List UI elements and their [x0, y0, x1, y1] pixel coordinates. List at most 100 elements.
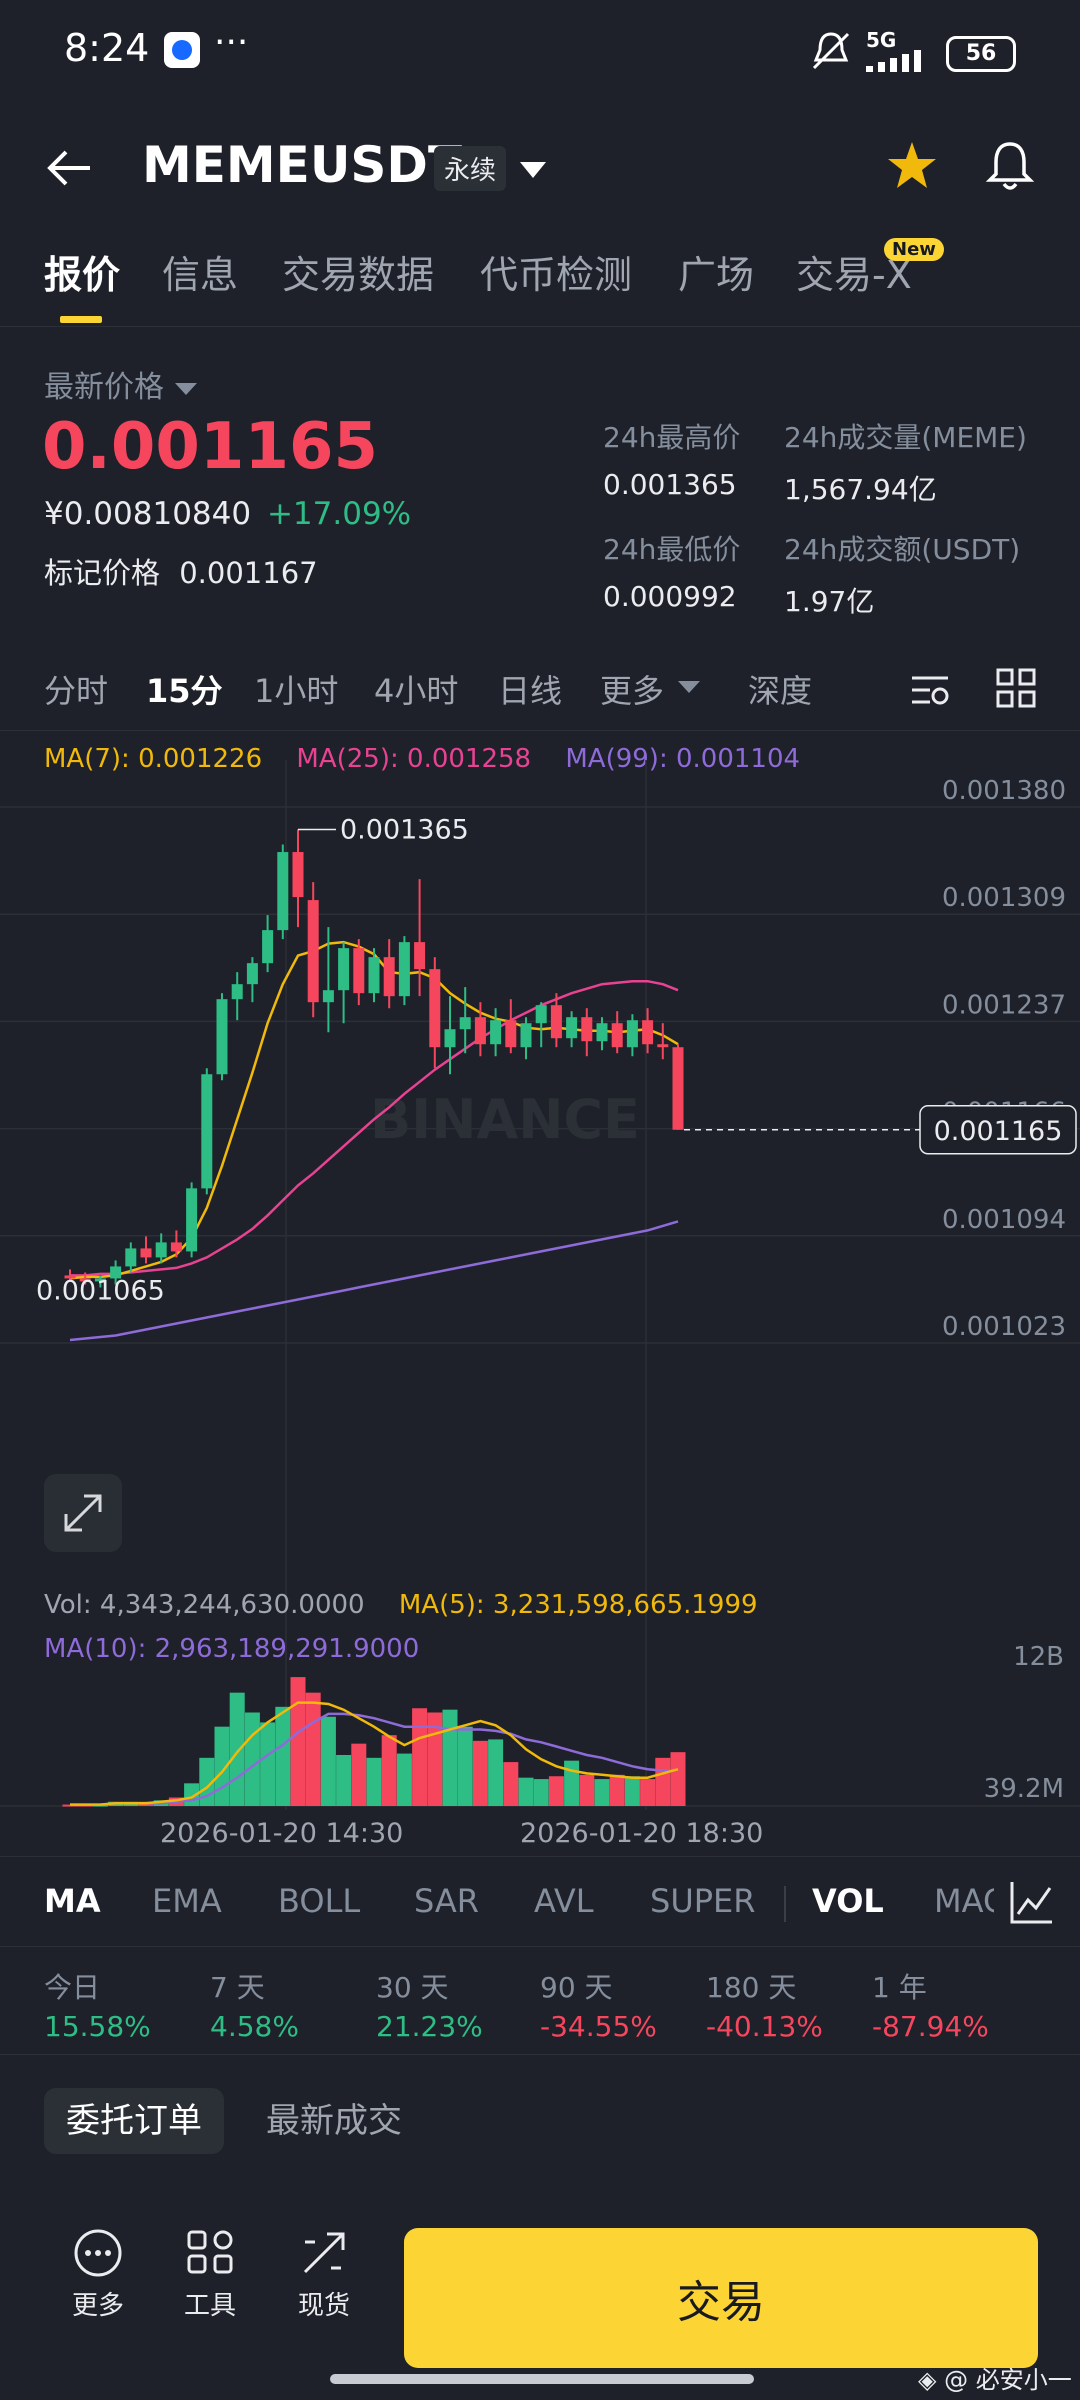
volume-bar	[351, 1743, 367, 1806]
spot-button[interactable]: 现货	[274, 2228, 374, 2322]
tab-quote[interactable]: 报价	[44, 244, 120, 299]
candle-body	[474, 1017, 486, 1045]
volume-bar	[609, 1774, 625, 1806]
symbol-title[interactable]: MEMEUSDT	[142, 136, 462, 194]
volume-bar	[275, 1706, 291, 1806]
mute-icon	[812, 32, 850, 70]
timeframe-4h[interactable]: 4小时	[374, 666, 458, 712]
tab-token-check[interactable]: 代币检测	[480, 244, 632, 299]
indicator-boll[interactable]: BOLL	[278, 1882, 360, 1920]
volume-bar	[579, 1774, 595, 1806]
credit-text: @ 必安小一	[944, 2366, 1072, 2394]
candle-body	[611, 1023, 623, 1048]
volume-bar	[488, 1739, 504, 1806]
stat-high: 24h最高价 0.001365	[603, 416, 740, 501]
candle-body	[262, 930, 274, 964]
new-badge: New	[884, 238, 944, 261]
indicator-vol[interactable]: VOL	[812, 1882, 884, 1920]
vol-ma5-label: MA(5): 3,231,598,665.1999	[398, 1590, 758, 1620]
timeframe-line[interactable]: 分时	[44, 666, 108, 712]
caret-down-icon[interactable]	[678, 680, 700, 694]
candlestick-chart[interactable]: 0.0013800.0013090.0012370.0011660.001094…	[0, 730, 1080, 1850]
indicator-ema[interactable]: EMA	[152, 1882, 222, 1920]
candle-body	[550, 1005, 562, 1039]
expand-chart-button[interactable]	[44, 1474, 122, 1552]
caret-down-icon[interactable]	[175, 381, 198, 397]
perf-today: 今日 15.58%	[44, 1966, 151, 2043]
price-block: 最新价格	[44, 362, 198, 406]
volume-bar	[457, 1726, 473, 1806]
home-indicator[interactable]	[330, 2374, 754, 2384]
cny-price: ¥0.00810840	[44, 496, 252, 532]
volume-bar	[472, 1740, 488, 1806]
volume-bar	[624, 1776, 640, 1806]
tab-square[interactable]: 广场	[678, 244, 754, 299]
bell-icon[interactable]	[984, 138, 1036, 194]
stat-volume-value: 1,567.94亿	[784, 473, 937, 506]
candle-body	[672, 1047, 684, 1130]
timeframe-15m[interactable]: 15分	[146, 666, 223, 712]
candle-body	[444, 1029, 456, 1048]
tools-button[interactable]: 工具	[160, 2228, 260, 2322]
chart-line-icon	[1010, 1882, 1052, 1924]
volume-bar	[655, 1757, 671, 1806]
candle-body	[186, 1188, 198, 1252]
indicator-avl[interactable]: AVL	[534, 1882, 594, 1920]
layout-grid-icon[interactable]	[996, 668, 1036, 708]
candle-body	[338, 948, 350, 991]
tab-recent-trades[interactable]: 最新成交	[266, 2088, 402, 2154]
candle-body	[657, 1044, 669, 1048]
stat-low: 24h最低价 0.000992	[603, 528, 740, 613]
header: MEMEUSDT 永续	[0, 120, 1080, 220]
arrow-left-icon[interactable]	[46, 144, 94, 192]
perf-value: 15.58%	[44, 2010, 151, 2043]
last-price-label[interactable]: 最新价格	[44, 370, 164, 405]
divider	[0, 1856, 1080, 1857]
tab-open-orders[interactable]: 委托订单	[44, 2088, 224, 2154]
timeframe-depth[interactable]: 深度	[748, 666, 812, 712]
active-tab-indicator	[60, 316, 102, 323]
perf-value: -34.55%	[540, 2010, 657, 2043]
timeframe-daily[interactable]: 日线	[498, 666, 562, 712]
battery-level: 56	[965, 41, 997, 66]
perf-label: 180 天	[706, 1971, 797, 2004]
battery-icon: 56	[946, 36, 1016, 72]
price-row: ¥0.00810840 +17.09%	[44, 496, 411, 532]
chart-settings-icon[interactable]	[908, 668, 952, 712]
more-label: 更多	[71, 2291, 124, 2321]
volume-bar	[320, 1716, 336, 1806]
indicator-sar[interactable]: SAR	[414, 1882, 479, 1920]
trade-button[interactable]: 交易	[404, 2228, 1038, 2368]
indicator-ma[interactable]: MA	[44, 1882, 101, 1920]
candle-body	[277, 852, 289, 931]
indicator-settings-button[interactable]	[994, 1870, 1080, 1934]
stat-amount-label: 24h成交额(USDT)	[784, 533, 1021, 566]
price-axis-label: 0.001023	[942, 1312, 1066, 1342]
stat-low-value: 0.000992	[603, 580, 737, 613]
candle-body	[322, 990, 334, 1003]
time-axis-label: 2026-01-20 14:30	[160, 1818, 404, 1849]
current-price-tag-text: 0.001165	[934, 1116, 1063, 1147]
caret-down-icon[interactable]	[520, 160, 546, 180]
signal-icon	[866, 50, 921, 72]
candle-body	[368, 957, 380, 994]
status-more-icon: ···	[214, 22, 249, 63]
more-button[interactable]: 更多	[48, 2228, 148, 2322]
main-tabs: 报价 信息 交易数据 代币检测 广场 交易-X New	[0, 230, 1080, 327]
vol-axis-bottom: 39.2M	[983, 1774, 1064, 1804]
timeframe-more[interactable]: 更多	[600, 666, 664, 712]
volume-bar	[336, 1755, 352, 1806]
perf-180d: 180 天 -40.13%	[706, 1966, 823, 2043]
time-axis-label: 2026-01-20 18:30	[520, 1818, 764, 1849]
perf-label: 今日	[44, 1971, 101, 2004]
chart-high-label: 0.001365	[340, 815, 469, 846]
divider	[784, 1886, 786, 1922]
indicator-super[interactable]: SUPER	[650, 1882, 755, 1920]
timeframe-1h[interactable]: 1小时	[254, 666, 338, 712]
tab-trading-data[interactable]: 交易数据	[282, 244, 434, 299]
star-icon[interactable]	[886, 140, 938, 192]
vol-label: Vol: 4,343,244,630.0000	[44, 1590, 365, 1620]
volume-bar	[412, 1708, 428, 1806]
tab-info[interactable]: 信息	[162, 244, 238, 299]
vol-axis-top: 12B	[1013, 1642, 1064, 1672]
